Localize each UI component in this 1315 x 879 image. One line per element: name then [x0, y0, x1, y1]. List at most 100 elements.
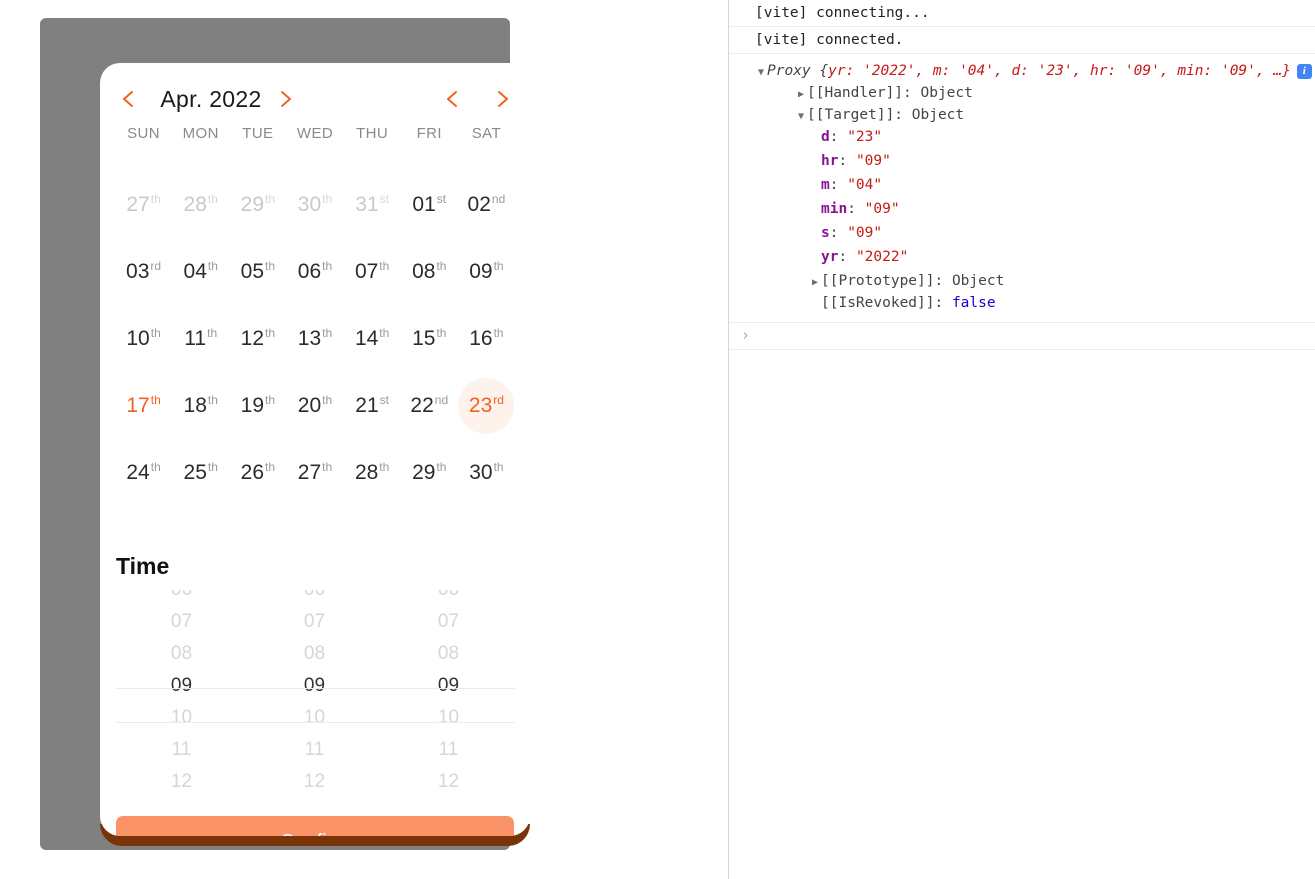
- day-value: 13th: [298, 327, 332, 349]
- calendar-day-cell[interactable]: 06th: [286, 238, 343, 305]
- weekday-label: SAT: [471, 125, 502, 142]
- proxy-prototype-line[interactable]: ▶ [[Prototype]]: Object: [755, 269, 1315, 291]
- calendar-day-cell[interactable]: 11th: [172, 305, 229, 372]
- disclosure-triangle-icon[interactable]: ▼: [795, 111, 807, 122]
- calendar-day-cell[interactable]: 27th: [115, 171, 172, 238]
- calendar-day-cell[interactable]: 27th: [286, 439, 343, 506]
- chevron-left-icon[interactable]: [442, 88, 464, 110]
- time-item-second[interactable]: 11: [382, 734, 515, 766]
- day-number: 28: [183, 193, 207, 216]
- chevron-left-icon[interactable]: [118, 88, 140, 110]
- calendar-day-cell[interactable]: 05th: [229, 238, 286, 305]
- calendar-day-cell[interactable]: 14th: [344, 305, 401, 372]
- proxy-property-key: m: [821, 177, 830, 193]
- confirm-button[interactable]: Confirm: [116, 816, 514, 836]
- calendar-day-cell[interactable]: 30th: [286, 171, 343, 238]
- day-ordinal-suffix: th: [379, 460, 390, 474]
- time-item-minute[interactable]: 08: [248, 638, 381, 670]
- proxy-target-line[interactable]: ▼ [[Target]]: Object: [755, 103, 1315, 125]
- time-item-minute[interactable]: 12: [248, 766, 381, 798]
- day-ordinal-suffix: th: [150, 393, 161, 407]
- time-item-second[interactable]: 06: [382, 590, 515, 606]
- chevron-right-icon[interactable]: [491, 88, 513, 110]
- time-item-hour[interactable]: 08: [115, 638, 248, 670]
- calendar-day-cell[interactable]: 29th: [229, 171, 286, 238]
- calendar-day-cell[interactable]: 26th: [229, 439, 286, 506]
- time-item-hour[interactable]: 06: [115, 590, 248, 606]
- calendar-day-cell[interactable]: 16th: [458, 305, 515, 372]
- time-item-minute[interactable]: 09: [248, 670, 381, 702]
- proxy-property-separator: :: [838, 153, 856, 169]
- time-item-hour[interactable]: 12: [115, 766, 248, 798]
- calendar-day-cell[interactable]: 31st: [344, 171, 401, 238]
- time-column-second[interactable]: 06070809101112: [382, 590, 515, 806]
- time-item-minute[interactable]: 07: [248, 606, 381, 638]
- day-ordinal-suffix: th: [150, 326, 161, 340]
- calendar-day-cell[interactable]: 03rd: [115, 238, 172, 305]
- calendar-day-cell[interactable]: 23rd: [458, 372, 515, 439]
- calendar-day-cell[interactable]: 07th: [344, 238, 401, 305]
- disclosure-triangle-icon[interactable]: ▼: [755, 67, 767, 78]
- time-item-second[interactable]: 09: [382, 670, 515, 702]
- calendar-day-cell[interactable]: 24th: [115, 439, 172, 506]
- time-item-second[interactable]: 07: [382, 606, 515, 638]
- day-number: 26: [240, 461, 265, 484]
- calendar-day-cell[interactable]: 29th: [401, 439, 458, 506]
- time-item-minute[interactable]: 11: [248, 734, 381, 766]
- day-number: 10: [126, 327, 150, 350]
- time-picker[interactable]: 06070809101112 06070809101112 0607080910…: [115, 590, 515, 806]
- calendar-day-cell[interactable]: 08th: [401, 238, 458, 305]
- calendar-day-cell[interactable]: 18th: [172, 372, 229, 439]
- disclosure-triangle-icon[interactable]: ▶: [795, 89, 807, 100]
- time-item-second[interactable]: 12: [382, 766, 515, 798]
- calendar-day-cell[interactable]: 09th: [458, 238, 515, 305]
- day-number: 30: [297, 193, 322, 216]
- day-ordinal-suffix: th: [207, 326, 218, 340]
- console-prompt-row[interactable]: ›: [729, 323, 1315, 350]
- day-ordinal-suffix: st: [379, 192, 389, 206]
- console-log-row: [vite] connected.: [729, 27, 1315, 54]
- calendar-day-cell[interactable]: 01st: [401, 171, 458, 238]
- time-section-title: Time: [116, 553, 170, 579]
- console-log-text: [vite] connected.: [755, 32, 904, 48]
- info-icon[interactable]: i: [1296, 63, 1312, 79]
- calendar-day-cell[interactable]: 04th: [172, 238, 229, 305]
- calendar-day-cell[interactable]: 19th: [229, 372, 286, 439]
- calendar-day-cell[interactable]: 13th: [286, 305, 343, 372]
- day-ordinal-suffix: th: [436, 326, 447, 340]
- time-item-second[interactable]: 08: [382, 638, 515, 670]
- chevron-right-icon[interactable]: [274, 88, 296, 110]
- day-value: 29th: [241, 193, 275, 215]
- proxy-handler-line[interactable]: ▶ [[Handler]]: Object: [755, 81, 1315, 103]
- time-item-second[interactable]: 10: [382, 702, 515, 734]
- calendar-day-cell[interactable]: 15th: [401, 305, 458, 372]
- proxy-property-value: "23": [847, 129, 883, 145]
- time-column-hour[interactable]: 06070809101112: [115, 590, 248, 806]
- time-item-minute[interactable]: 10: [248, 702, 381, 734]
- time-item-hour[interactable]: 07: [115, 606, 248, 638]
- disclosure-triangle-icon[interactable]: ▶: [809, 277, 821, 288]
- calendar-day-cell[interactable]: 17th: [115, 372, 172, 439]
- time-column-minute[interactable]: 06070809101112: [248, 590, 381, 806]
- calendar-day-cell[interactable]: 22nd: [401, 372, 458, 439]
- time-item-hour[interactable]: 09: [115, 670, 248, 702]
- calendar-day-cell[interactable]: 10th: [115, 305, 172, 372]
- time-items-hour: 06070809101112: [115, 590, 248, 798]
- day-number: 21: [355, 394, 379, 417]
- calendar-day-cell[interactable]: 20th: [286, 372, 343, 439]
- proxy-summary-line[interactable]: ▼ Proxy {yr: '2022', m: '04', d: '23', hr…: [755, 59, 1315, 81]
- day-number: 08: [412, 260, 436, 283]
- time-item-hour[interactable]: 10: [115, 702, 248, 734]
- calendar-day-cell[interactable]: 30th: [458, 439, 515, 506]
- time-items-second: 06070809101112: [382, 590, 515, 798]
- time-item-hour[interactable]: 11: [115, 734, 248, 766]
- calendar-day-cell[interactable]: 28th: [344, 439, 401, 506]
- calendar-day-cell[interactable]: 12th: [229, 305, 286, 372]
- calendar-day-cell[interactable]: 25th: [172, 439, 229, 506]
- calendar-day-cell[interactable]: 28th: [172, 171, 229, 238]
- day-number: 18: [183, 394, 207, 417]
- calendar-day-cell[interactable]: 02nd: [458, 171, 515, 238]
- time-item-minute[interactable]: 06: [248, 590, 381, 606]
- day-number: 19: [240, 394, 265, 417]
- calendar-day-cell[interactable]: 21st: [344, 372, 401, 439]
